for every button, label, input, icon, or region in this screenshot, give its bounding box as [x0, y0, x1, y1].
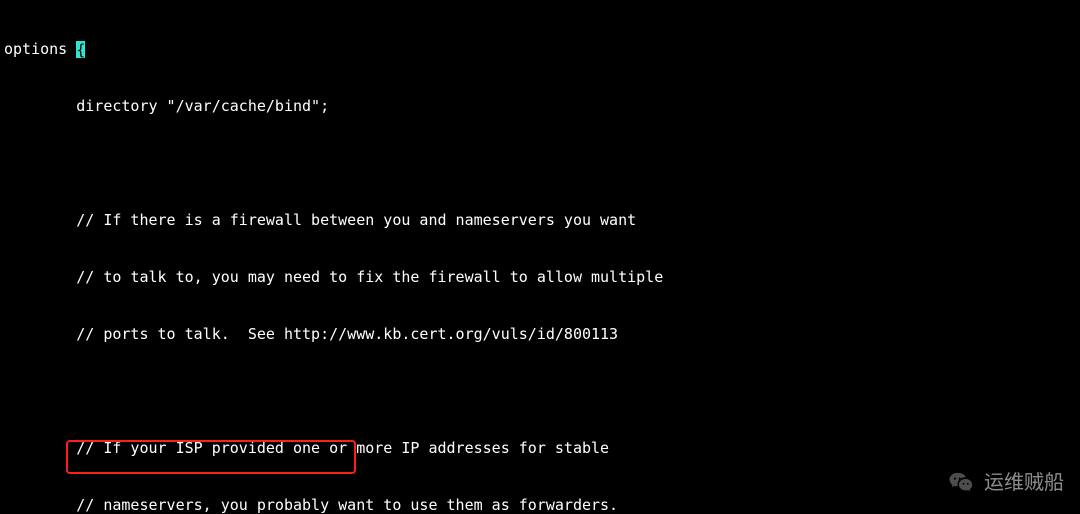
- code-line: // ports to talk. See http://www.kb.cert…: [4, 325, 1080, 344]
- code-line: // to talk to, you may need to fix the f…: [4, 268, 1080, 287]
- code-text: options: [4, 40, 76, 58]
- watermark: 运维贼船: [948, 470, 1064, 496]
- code-line: directory "/var/cache/bind";: [4, 97, 1080, 116]
- code-line: // If there is a firewall between you an…: [4, 211, 1080, 230]
- wechat-icon: [948, 470, 974, 496]
- watermark-text: 运维贼船: [984, 474, 1064, 493]
- terminal-editor[interactable]: options { directory "/var/cache/bind"; /…: [0, 0, 1080, 514]
- code-line: options {: [4, 40, 1080, 59]
- code-line: [4, 382, 1080, 401]
- code-line: // If your ISP provided one or more IP a…: [4, 439, 1080, 458]
- cursor: {: [76, 41, 85, 58]
- code-line: [4, 154, 1080, 173]
- code-line: // nameservers, you probably want to use…: [4, 496, 1080, 514]
